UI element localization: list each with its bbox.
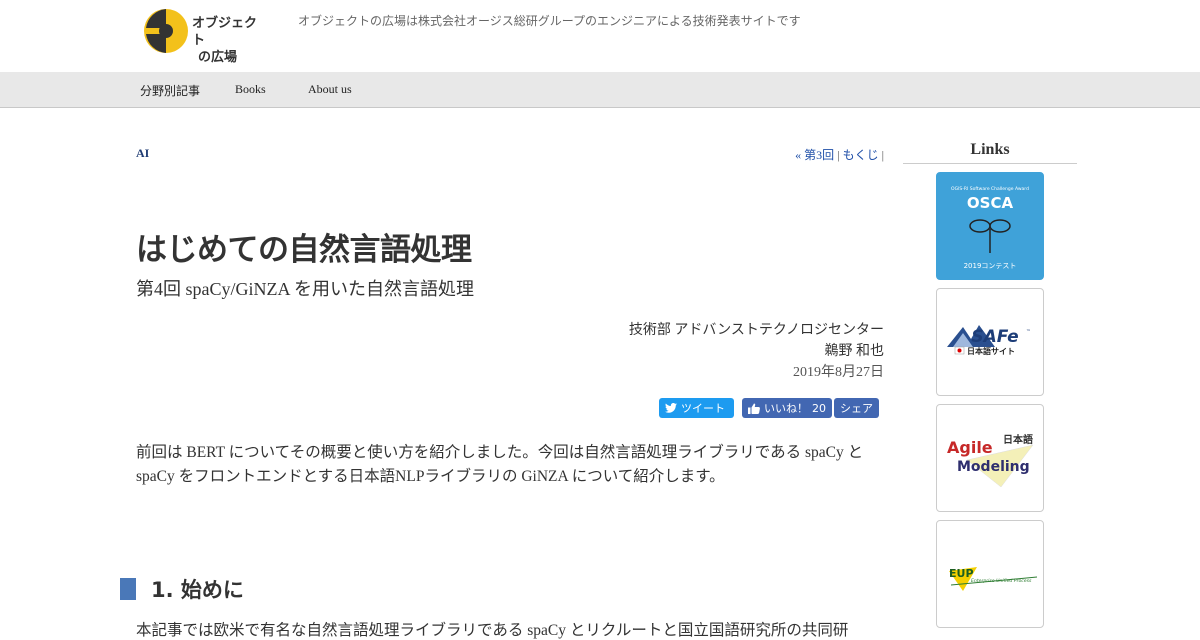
safe-logo-icon: SAFe ™ 日本語サイト — [947, 325, 1031, 356]
page-title: はじめての自然言語処理 — [136, 232, 472, 268]
share-buttons: ツイート いいね！ 20 シェア — [659, 398, 879, 418]
safe-banner[interactable]: SAFe ™ 日本語サイト — [936, 288, 1044, 396]
section-paragraph: 本記事では欧米で有名な自然言語処理ライブラリである spaCy とリクルートと国… — [136, 622, 849, 639]
agile-modeling-logo-icon: Agile Modeling 日本語 — [947, 433, 1034, 488]
article-category[interactable]: AI — [136, 146, 149, 161]
prev-article-link[interactable]: « 第3回 — [795, 148, 834, 162]
osca-caption-top: OGIS-RI Software Challenge Award — [951, 186, 1029, 192]
site-tagline: オブジェクトの広場は株式会社オージス総研グループのエンジニアによる技術発表サイト… — [298, 14, 801, 28]
toc-link[interactable]: もくじ — [843, 148, 879, 162]
logo-text: オブジェクト の広場 — [192, 15, 268, 66]
safe-title: SAFe — [971, 327, 1018, 347]
eup-banner[interactable]: EUP Enterprise Unified Process — [936, 520, 1044, 628]
eup-title: EUP — [949, 567, 974, 580]
like-count: 20 — [812, 401, 826, 415]
eup-logo-icon: EUP Enterprise Unified Process — [949, 567, 1038, 591]
article-intro: 前回は BERT についてその概要と使い方を紹介しました。今回は自然言語処理ライ… — [136, 444, 864, 485]
author-department: 技術部 アドバンストテクノロジセンター — [628, 323, 884, 338]
tweet-label: ツイート — [681, 402, 725, 415]
osca-banner[interactable]: OGIS-RI Software Challenge Award OSCA 20… — [936, 172, 1044, 280]
osca-title: OSCA — [967, 194, 1014, 212]
agile-modeling-banner[interactable]: Agile Modeling 日本語 — [936, 404, 1044, 512]
like-button[interactable]: いいね！ 20 — [742, 398, 832, 418]
facebook-share-button[interactable]: シェア — [834, 398, 879, 418]
section-heading: 1. 始めに — [151, 578, 244, 602]
agile-line1: Agile — [947, 438, 993, 457]
main-nav: 分野別記事 Books About us — [0, 72, 1200, 108]
page-subtitle: 第4回 spaCy/GiNZA を用いた自然言語処理 — [136, 279, 474, 299]
publish-date: 2019年8月27日 — [793, 365, 884, 380]
facebook-buttons: いいね！ 20 シェア — [742, 398, 879, 418]
site-logo[interactable]: オブジェクト の広場 — [143, 6, 268, 65]
nav-item-category-articles[interactable]: 分野別記事 — [140, 82, 200, 99]
like-label: いいね！ — [764, 402, 808, 415]
nav-item-about-us[interactable]: About us — [308, 82, 352, 97]
safe-trademark: ™ — [1026, 329, 1031, 335]
osca-logo-icon: OGIS-RI Software Challenge Award OSCA 20… — [951, 186, 1029, 270]
logo-text-line2: の広場 — [198, 50, 238, 65]
sidebar-links-title: Links — [903, 141, 1077, 164]
logo-text-line1: オブジェクト — [192, 16, 258, 48]
pager-separator: | — [834, 148, 843, 162]
site-header: オブジェクト の広場 オブジェクトの広場は株式会社オージス総研グループのエンジニ… — [0, 0, 1200, 72]
agile-jp: 日本語 — [1003, 433, 1033, 446]
agile-line2: Modeling — [957, 459, 1030, 475]
eup-caption: Enterprise Unified Process — [971, 578, 1032, 584]
logo-mark-icon — [144, 9, 188, 53]
thumbs-up-icon — [748, 403, 760, 414]
tweet-button[interactable]: ツイート — [659, 398, 734, 418]
osca-caption-bottom: 2019コンテスト — [964, 262, 1017, 270]
twitter-bird-icon — [665, 403, 677, 413]
section-marker — [120, 578, 136, 600]
author-block: 技術部 アドバンストテクノロジセンター 鵜野 和也 2019年8月27日 — [629, 320, 884, 383]
nav-item-books[interactable]: Books — [235, 82, 266, 97]
pager-separator: | — [878, 148, 884, 162]
author-name: 鵜野 和也 — [824, 344, 885, 359]
article-pager: « 第3回 | もくじ | — [795, 146, 884, 163]
safe-caption: 日本語サイト — [967, 346, 1015, 356]
